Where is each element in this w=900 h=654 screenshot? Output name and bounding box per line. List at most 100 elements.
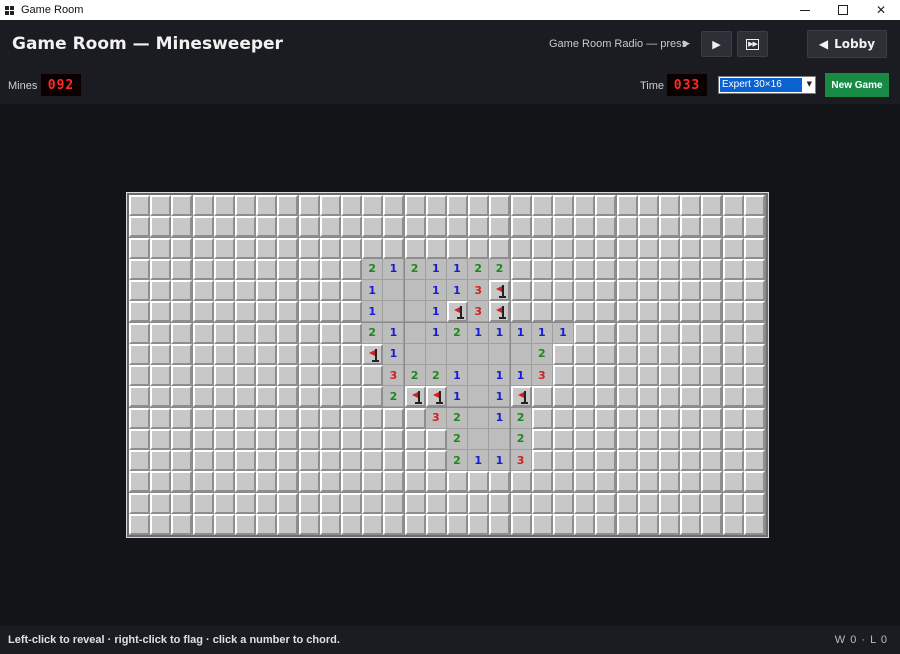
hidden-cell[interactable] bbox=[722, 343, 744, 365]
hidden-cell[interactable] bbox=[510, 301, 532, 323]
revealed-number-cell[interactable]: 2 bbox=[447, 428, 468, 450]
hidden-cell[interactable] bbox=[235, 471, 256, 493]
hidden-cell[interactable] bbox=[447, 195, 468, 216]
hidden-cell[interactable] bbox=[213, 450, 235, 471]
hidden-cell[interactable] bbox=[341, 407, 362, 429]
hidden-cell[interactable] bbox=[150, 195, 172, 216]
hidden-cell[interactable] bbox=[235, 513, 256, 535]
hidden-cell[interactable] bbox=[531, 471, 553, 493]
revealed-number-cell[interactable]: 2 bbox=[510, 428, 532, 450]
hidden-cell[interactable] bbox=[298, 386, 320, 408]
hidden-cell[interactable] bbox=[129, 492, 150, 514]
hidden-cell[interactable] bbox=[637, 471, 659, 493]
hidden-cell[interactable] bbox=[616, 471, 638, 493]
hidden-cell[interactable] bbox=[701, 407, 723, 429]
hidden-cell[interactable] bbox=[213, 195, 235, 216]
hidden-cell[interactable] bbox=[362, 237, 384, 259]
hidden-cell[interactable] bbox=[743, 258, 765, 280]
hidden-cell[interactable] bbox=[722, 450, 744, 471]
hidden-cell[interactable] bbox=[362, 216, 384, 238]
hidden-cell[interactable] bbox=[383, 216, 405, 238]
hidden-cell[interactable] bbox=[404, 450, 426, 471]
hidden-cell[interactable] bbox=[616, 428, 638, 450]
hidden-cell[interactable] bbox=[362, 365, 384, 386]
hidden-cell[interactable] bbox=[298, 280, 320, 301]
maximize-button[interactable] bbox=[824, 0, 862, 20]
revealed-number-cell[interactable]: 1 bbox=[531, 322, 553, 344]
hidden-cell[interactable] bbox=[319, 428, 341, 450]
hidden-cell[interactable] bbox=[235, 280, 256, 301]
hidden-cell[interactable] bbox=[150, 280, 172, 301]
hidden-cell[interactable] bbox=[574, 428, 596, 450]
hidden-cell[interactable] bbox=[383, 450, 405, 471]
hidden-cell[interactable] bbox=[489, 513, 511, 535]
hidden-cell[interactable] bbox=[489, 492, 511, 514]
revealed-number-cell[interactable]: 1 bbox=[362, 301, 384, 323]
hidden-cell[interactable] bbox=[171, 407, 193, 429]
hidden-cell[interactable] bbox=[383, 471, 405, 493]
hidden-cell[interactable] bbox=[192, 471, 214, 493]
hidden-cell[interactable] bbox=[680, 386, 702, 408]
revealed-empty-cell[interactable] bbox=[489, 428, 511, 450]
hidden-cell[interactable] bbox=[341, 280, 362, 301]
revealed-number-cell[interactable]: 1 bbox=[383, 343, 405, 365]
revealed-empty-cell[interactable] bbox=[425, 343, 447, 365]
hidden-cell[interactable] bbox=[743, 513, 765, 535]
hidden-cell[interactable] bbox=[298, 216, 320, 238]
flagged-cell[interactable] bbox=[510, 386, 532, 408]
hidden-cell[interactable] bbox=[319, 513, 341, 535]
hidden-cell[interactable] bbox=[319, 471, 341, 493]
hidden-cell[interactable] bbox=[659, 216, 680, 238]
hidden-cell[interactable] bbox=[616, 407, 638, 429]
hidden-cell[interactable] bbox=[701, 386, 723, 408]
radio-play-button[interactable]: ▶ bbox=[701, 31, 732, 57]
hidden-cell[interactable] bbox=[171, 365, 193, 386]
hidden-cell[interactable] bbox=[256, 407, 278, 429]
hidden-cell[interactable] bbox=[298, 258, 320, 280]
hidden-cell[interactable] bbox=[425, 195, 447, 216]
hidden-cell[interactable] bbox=[531, 428, 553, 450]
hidden-cell[interactable] bbox=[277, 365, 299, 386]
hidden-cell[interactable] bbox=[680, 407, 702, 429]
hidden-cell[interactable] bbox=[701, 365, 723, 386]
hidden-cell[interactable] bbox=[680, 195, 702, 216]
revealed-number-cell[interactable]: 1 bbox=[489, 365, 511, 386]
hidden-cell[interactable] bbox=[277, 492, 299, 514]
hidden-cell[interactable] bbox=[319, 195, 341, 216]
revealed-empty-cell[interactable] bbox=[510, 343, 532, 365]
hidden-cell[interactable] bbox=[213, 513, 235, 535]
hidden-cell[interactable] bbox=[489, 195, 511, 216]
hidden-cell[interactable] bbox=[129, 343, 150, 365]
hidden-cell[interactable] bbox=[235, 407, 256, 429]
hidden-cell[interactable] bbox=[743, 301, 765, 323]
hidden-cell[interactable] bbox=[553, 407, 574, 429]
hidden-cell[interactable] bbox=[595, 301, 617, 323]
hidden-cell[interactable] bbox=[150, 301, 172, 323]
hidden-cell[interactable] bbox=[659, 195, 680, 216]
hidden-cell[interactable] bbox=[235, 450, 256, 471]
hidden-cell[interactable] bbox=[616, 450, 638, 471]
hidden-cell[interactable] bbox=[277, 428, 299, 450]
hidden-cell[interactable] bbox=[235, 195, 256, 216]
hidden-cell[interactable] bbox=[341, 492, 362, 514]
hidden-cell[interactable] bbox=[213, 322, 235, 344]
hidden-cell[interactable] bbox=[595, 216, 617, 238]
hidden-cell[interactable] bbox=[574, 386, 596, 408]
hidden-cell[interactable] bbox=[659, 237, 680, 259]
hidden-cell[interactable] bbox=[722, 280, 744, 301]
hidden-cell[interactable] bbox=[616, 195, 638, 216]
revealed-empty-cell[interactable] bbox=[468, 343, 490, 365]
hidden-cell[interactable] bbox=[553, 258, 574, 280]
hidden-cell[interactable] bbox=[489, 237, 511, 259]
hidden-cell[interactable] bbox=[298, 450, 320, 471]
hidden-cell[interactable] bbox=[680, 343, 702, 365]
hidden-cell[interactable] bbox=[319, 386, 341, 408]
hidden-cell[interactable] bbox=[531, 513, 553, 535]
hidden-cell[interactable] bbox=[574, 301, 596, 323]
revealed-number-cell[interactable]: 1 bbox=[447, 258, 468, 280]
hidden-cell[interactable] bbox=[150, 492, 172, 514]
hidden-cell[interactable] bbox=[659, 280, 680, 301]
revealed-empty-cell[interactable] bbox=[383, 280, 405, 301]
hidden-cell[interactable] bbox=[701, 513, 723, 535]
revealed-number-cell[interactable]: 1 bbox=[425, 322, 447, 344]
